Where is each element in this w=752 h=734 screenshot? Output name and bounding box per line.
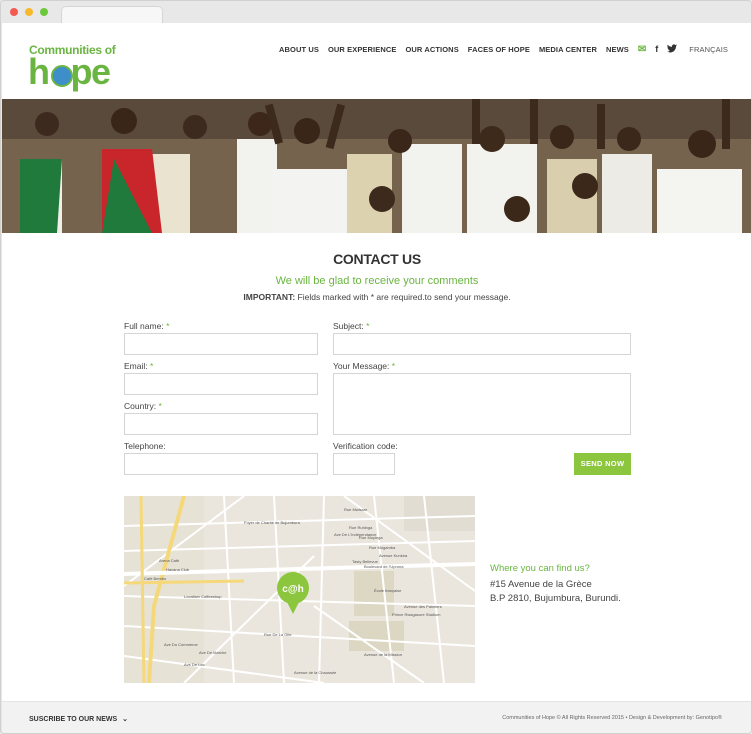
send-now-button[interactable]: SEND NOW	[574, 453, 631, 475]
address-line-2: B.P 2810, Bujumbura, Burundi.	[490, 593, 621, 604]
map-graphic: Foyer de Charité de Bujumbura Havana Clu…	[124, 496, 475, 683]
language-switch-french[interactable]: FRANÇAIS	[689, 45, 728, 54]
nav-about-us[interactable]: ABOUT US	[279, 45, 319, 54]
hero-crowd-photo	[2, 99, 751, 233]
map-label-ruhinga: Rue Ruhinga	[349, 525, 373, 530]
map-label-marche: Ave De Marche	[199, 650, 227, 655]
site-footer: SUSCRIBE TO OUR NEWS ⌄ Communities of Ho…	[2, 701, 751, 733]
message-label-text: Your Message:	[333, 361, 390, 371]
page-subtitle: We will be glad to receive your comments	[275, 275, 479, 287]
nav-media-center[interactable]: MEDIA CENTER	[539, 45, 597, 54]
map-label-commerce: Ave Du Commerce	[164, 642, 198, 647]
map-label-foyer: Foyer de Charité de Bujumbura	[244, 520, 301, 525]
map-label-independance: Ave De L'Indépendance	[334, 532, 377, 537]
map-label-ecole: École française	[374, 588, 402, 593]
map-label-mwisare: Rue Mwisare	[344, 507, 368, 512]
required-mark: *	[366, 321, 370, 331]
required-mark: *	[391, 361, 396, 371]
facebook-icon[interactable]: f	[655, 44, 658, 54]
message-label: Your Message: *	[333, 361, 395, 371]
globe-icon	[51, 65, 73, 87]
map-label-palmiers: Avenue des Palmiers	[404, 604, 442, 609]
logo-pe: pe	[70, 51, 112, 92]
country-label-text: Country:	[124, 401, 157, 411]
important-text: Fields marked with * are required.to sen…	[297, 292, 511, 302]
verification-code-field[interactable]	[333, 453, 395, 475]
map-label-cafe-bembo: Café Bembo	[144, 576, 167, 581]
maximize-window-dot[interactable]	[40, 8, 48, 16]
required-mark: *	[158, 401, 162, 411]
map-label-localiser: Localiser Coffeeshop	[184, 594, 222, 599]
browser-tab[interactable]	[61, 6, 163, 23]
browser-window: Communities of h pe ABOUT US OUR EXPERIEN…	[0, 0, 752, 734]
subject-label: Subject: *	[333, 321, 369, 331]
map-label-havana: Havana Club	[166, 567, 190, 572]
map-label-kunkira: Avenue Kunkira	[379, 553, 408, 558]
verification-label: Verification code:	[333, 441, 398, 451]
browser-titlebar	[1, 1, 751, 23]
subscribe-label: SUSCRIBE TO OUR NEWS	[29, 716, 118, 723]
important-label: IMPORTANT:	[243, 292, 296, 302]
main-navigation: ABOUT US OUR EXPERIENCE OUR ACTIONS FACE…	[270, 43, 728, 55]
twitter-icon[interactable]	[667, 43, 678, 55]
subject-label-text: Subject:	[333, 321, 364, 331]
full-name-label-text: Full name:	[124, 321, 164, 331]
full-name-field[interactable]	[124, 333, 318, 355]
location-map[interactable]: Foyer de Charité de Bujumbura Havana Clu…	[124, 496, 475, 683]
map-label-chaussee: Avenue de la Chaussée	[294, 670, 337, 675]
logo-h: h	[28, 51, 50, 92]
map-label-lac: Ave De Lac	[184, 662, 205, 667]
map-label-uprona: Boulevard de l'Uprona	[364, 564, 404, 569]
nav-our-actions[interactable]: OUR ACTIONS	[405, 45, 458, 54]
pin-label: c@h	[282, 584, 303, 595]
required-mark: *	[150, 361, 154, 371]
country-field[interactable]	[124, 413, 318, 435]
mail-icon[interactable]: ✉	[638, 44, 646, 54]
page-title: CONTACT US	[333, 251, 421, 267]
copyright-text: Communities of Hope © All Rights Reserve…	[502, 715, 722, 721]
full-name-label: Full name: *	[124, 321, 169, 331]
nav-news[interactable]: NEWS	[606, 45, 629, 54]
nav-our-experience[interactable]: OUR EXPERIENCE	[328, 45, 397, 54]
map-label-gite: Rue De La Gite	[264, 632, 292, 637]
chevron-down-icon: ⌄	[122, 716, 128, 723]
message-textarea[interactable]	[333, 373, 631, 435]
subscribe-toggle[interactable]: SUSCRIBE TO OUR NEWS ⌄	[29, 715, 128, 723]
address-line-1: #15 Avenue de la Grèce	[490, 579, 592, 590]
site-logo[interactable]: Communities of h pe	[28, 43, 120, 92]
map-label-mugamba: Rue Mugamba	[369, 545, 396, 550]
email-label: Email: *	[124, 361, 153, 371]
map-label-arena: Arena Café	[159, 558, 180, 563]
telephone-field[interactable]	[124, 453, 318, 475]
email-label-text: Email:	[124, 361, 148, 371]
subject-field[interactable]	[333, 333, 631, 355]
web-page: Communities of h pe ABOUT US OUR EXPERIEN…	[2, 23, 751, 733]
minimize-window-dot[interactable]	[25, 8, 33, 16]
map-label-mission: Avenue de la Mission	[364, 652, 402, 657]
map-label-stadium: Prince Rwagasore Stadium	[392, 612, 441, 617]
country-label: Country: *	[124, 401, 162, 411]
required-fields-note: IMPORTANT: Fields marked with * are requ…	[2, 292, 751, 302]
close-window-dot[interactable]	[10, 8, 18, 16]
hero-illustration	[2, 99, 751, 233]
address-block: #15 Avenue de la Grèce B.P 2810, Bujumbu…	[490, 578, 621, 606]
telephone-label: Telephone:	[124, 441, 166, 451]
required-mark: *	[166, 321, 170, 331]
email-field[interactable]	[124, 373, 318, 395]
nav-faces-of-hope[interactable]: FACES OF HOPE	[468, 45, 530, 54]
find-us-title: Where you can find us?	[490, 563, 590, 574]
